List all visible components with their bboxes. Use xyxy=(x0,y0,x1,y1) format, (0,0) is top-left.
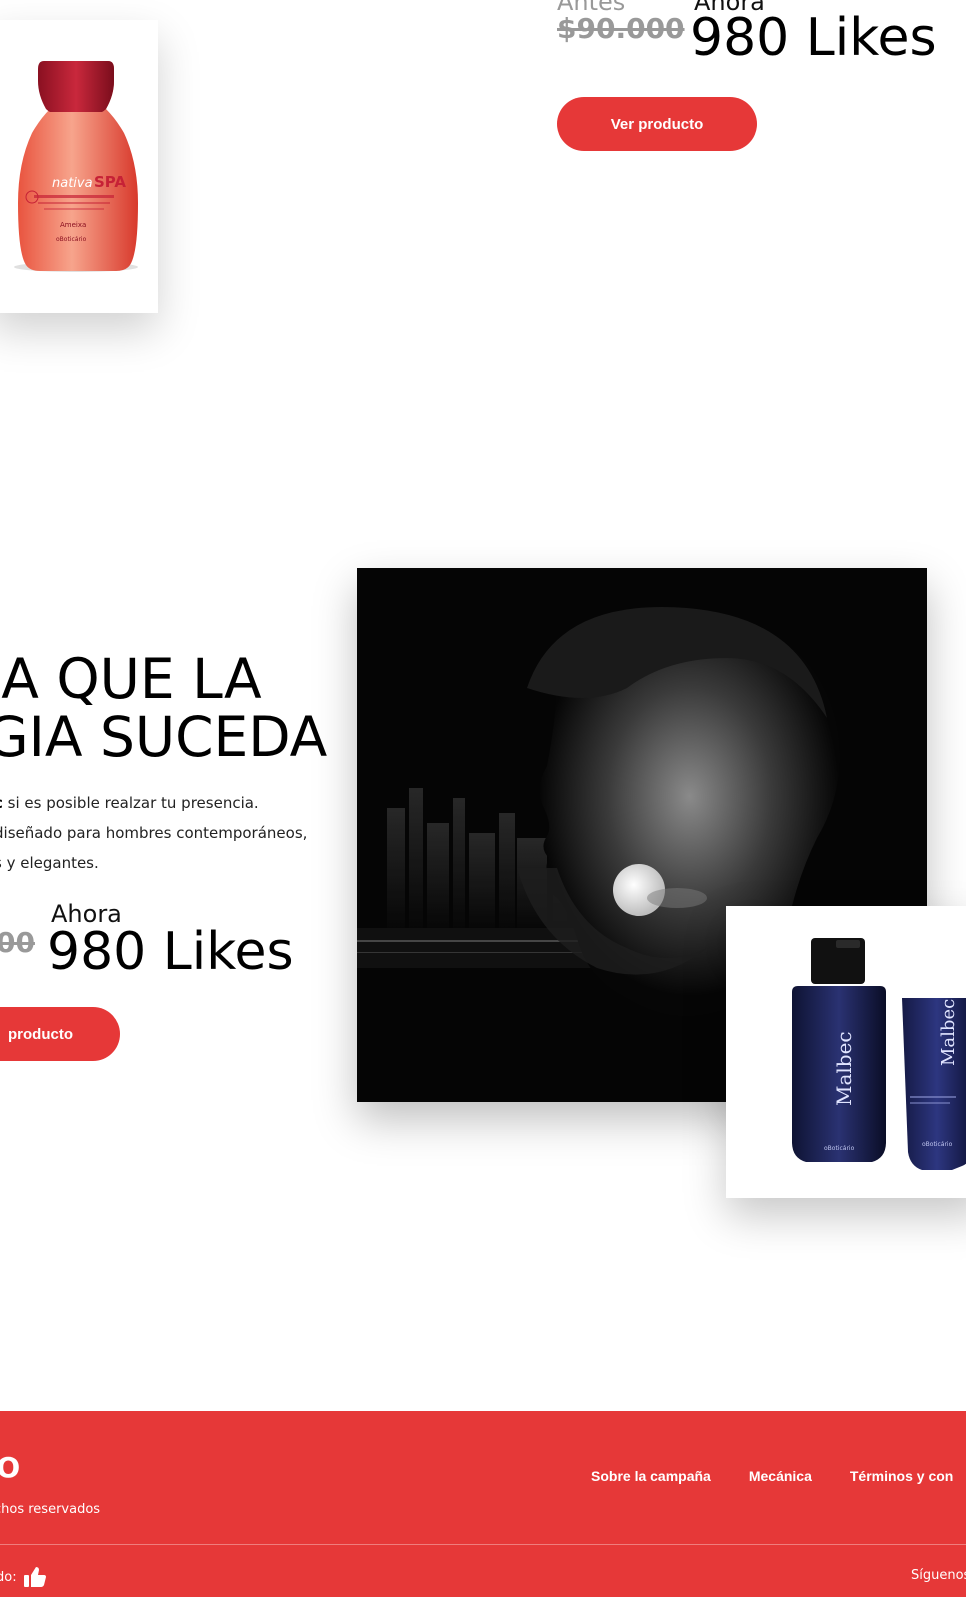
footer-liked-label: do: xyxy=(0,1569,17,1585)
nativa-spa-bottle-image: nativa SPA Ameixa oBoticário xyxy=(14,61,138,272)
product-card-malbec[interactable]: Malbec oBoticário Malbec oBoticário xyxy=(726,906,966,1198)
svg-text:SPA: SPA xyxy=(94,173,126,191)
description-line-3: s y elegantes. xyxy=(0,854,99,872)
footer-link-mecanica[interactable]: Mecánica xyxy=(749,1468,812,1484)
new-price: 980 Likes xyxy=(690,8,937,68)
malbec-description: c si es posible realzar tu presencia. di… xyxy=(0,788,307,878)
thumbs-up-icon[interactable] xyxy=(23,1566,47,1588)
svg-text:oBoticário: oBoticário xyxy=(922,1141,953,1148)
svg-text:Malbec: Malbec xyxy=(832,1031,856,1106)
svg-text:Ameixa: Ameixa xyxy=(60,221,86,229)
footer-link-terminos[interactable]: Términos y con xyxy=(850,1468,953,1484)
malbec-cta-label: producto xyxy=(8,1025,73,1043)
page: nativa SPA Ameixa oBoticário Antes $90.0… xyxy=(0,0,966,1597)
headline-line-1: JA QUE LA xyxy=(0,647,262,711)
malbec-ver-producto-button[interactable]: producto xyxy=(0,1007,120,1061)
footer: IO chos reservados Sobre la campaña Mecá… xyxy=(0,1411,966,1597)
ver-producto-button[interactable]: Ver producto xyxy=(557,97,757,151)
malbec-headline: JA QUE LA GIA SUCEDA xyxy=(0,650,327,766)
svg-text:oBoticário: oBoticário xyxy=(56,236,87,243)
footer-follow-label: Síguenos xyxy=(911,1568,966,1583)
malbec-new-price: 980 Likes xyxy=(47,922,294,982)
footer-liked: do: xyxy=(0,1566,47,1588)
description-line-2: diseñado para hombres contemporáneos, xyxy=(0,824,308,842)
malbec-old-price: 00 xyxy=(0,926,35,959)
svg-text:Malbec: Malbec xyxy=(938,999,959,1066)
product-card-nativa-spa[interactable]: nativa SPA Ameixa oBoticário xyxy=(0,20,158,313)
old-price: $90.000 xyxy=(557,12,685,45)
footer-rights: chos reservados xyxy=(0,1502,101,1517)
svg-text:nativa: nativa xyxy=(52,176,93,191)
malbec-product-image: Malbec oBoticário Malbec oBoticário xyxy=(792,938,966,1170)
svg-text:oBoticário: oBoticário xyxy=(824,1145,855,1152)
footer-brand: IO xyxy=(0,1451,21,1484)
description-line-1: si es posible realzar tu presencia. xyxy=(2,794,259,812)
footer-link-sobre-la-campana[interactable]: Sobre la campaña xyxy=(591,1468,711,1484)
headline-line-2: GIA SUCEDA xyxy=(0,705,328,769)
footer-nav: Sobre la campaña Mecánica Términos y con xyxy=(591,1468,953,1484)
footer-divider xyxy=(0,1544,966,1545)
